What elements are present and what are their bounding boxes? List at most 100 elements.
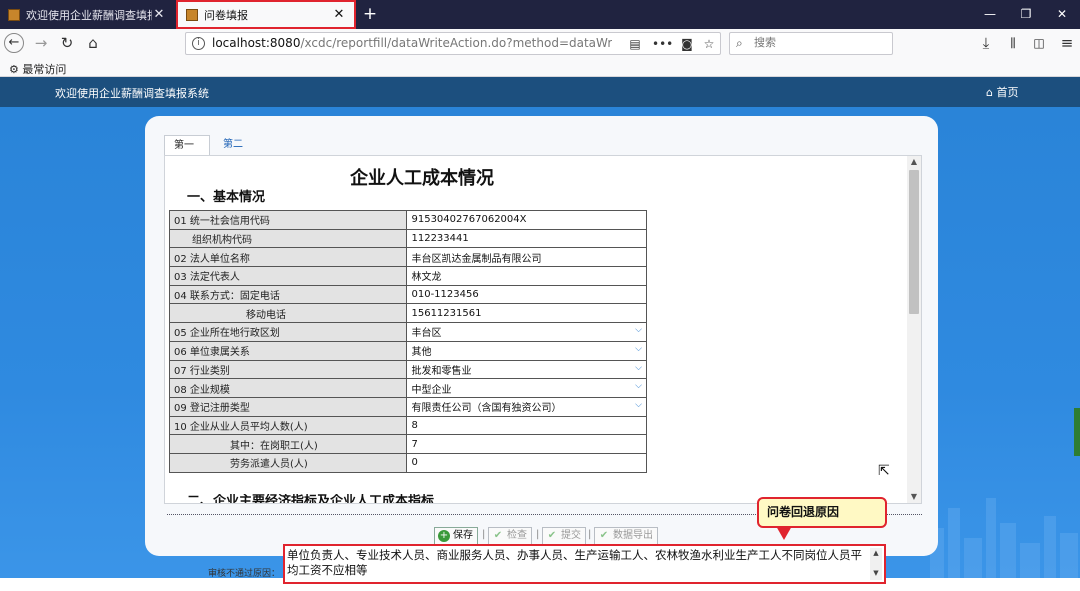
field-label: 10 企业从业人员平均人数(人): [168, 415, 408, 436]
table-row: 移动电话 15611231561: [168, 303, 647, 324]
rejection-reason-box: 单位负责人、专业技术人员、商业服务人员、办事人员、生产运输工人、农林牧渔水利业生…: [283, 544, 886, 584]
field-label: 01 统一社会信用代码: [168, 210, 408, 230]
chevron-down-icon[interactable]: ▼: [873, 569, 878, 577]
more-actions-icon[interactable]: •••: [652, 35, 673, 53]
rejection-reason-text[interactable]: 单位负责人、专业技术人员、商业服务人员、办事人员、生产运输工人、农林牧渔水利业生…: [287, 548, 865, 580]
table-row: 劳务派遣人员(人) 0: [168, 452, 647, 473]
selected-value: 有限责任公司（含国有独资公司）: [411, 403, 562, 415]
submit-label: 提交: [561, 530, 581, 541]
side-widget-handle[interactable]: [1074, 408, 1080, 456]
rejection-reason-label: 审核不通过原因：: [208, 569, 281, 579]
scroll-down-icon[interactable]: ▼: [907, 491, 921, 503]
restore-icon[interactable]: ❐: [1008, 0, 1044, 29]
selected-value: 其他: [411, 347, 432, 359]
city-skyline-illustration: [930, 498, 1078, 578]
field-label: 03 法定代表人: [168, 266, 408, 286]
separator: |: [588, 529, 592, 540]
field-label: 其中：在岗职工(人): [168, 434, 408, 454]
url-host: localhost:8080: [212, 36, 301, 50]
info-icon[interactable]: i: [192, 37, 205, 50]
home-link[interactable]: ⌂ 首页: [986, 84, 1018, 100]
onsite-staff-input[interactable]: 7: [406, 434, 647, 454]
mobile-input[interactable]: 15611231561: [406, 303, 647, 324]
close-icon[interactable]: ✕: [332, 7, 346, 22]
check-label: 检查: [507, 530, 527, 541]
export-button[interactable]: ✔ 数据导出: [594, 527, 658, 545]
search-input[interactable]: [754, 36, 884, 49]
tab-title: 问卷填报: [204, 8, 248, 22]
tab-title: 欢迎使用企业薪酬调查填报系统: [26, 8, 152, 22]
table-row: 06 单位隶属关系 其他 ⌵: [168, 340, 647, 361]
search-box[interactable]: ⌕: [729, 32, 893, 55]
reload-icon[interactable]: ↻: [57, 33, 77, 53]
field-label: 劳务派遣人员(人): [168, 452, 408, 473]
table-row: 其中：在岗职工(人) 7: [168, 434, 647, 454]
sidebar-icon[interactable]: ◫: [1029, 33, 1049, 53]
affiliation-select[interactable]: 其他 ⌵: [406, 340, 647, 361]
form-scrollbar[interactable]: ▲ ▼: [907, 156, 921, 503]
selected-value: 丰台区: [411, 328, 442, 340]
check-button[interactable]: ✔ 检查: [488, 527, 532, 545]
chevron-down-icon[interactable]: ⌵: [635, 363, 642, 373]
browser-tab-welcome[interactable]: 欢迎使用企业薪酬调查填报系统 ✕: [0, 0, 174, 29]
scale-select[interactable]: 中型企业 ⌵: [406, 378, 647, 398]
minimize-icon[interactable]: —: [972, 0, 1008, 29]
org-code-input[interactable]: 112233441: [406, 228, 647, 249]
tab-page-1[interactable]: 第一页: [164, 135, 210, 170]
menu-icon[interactable]: ≡: [1057, 33, 1077, 53]
save-button[interactable]: + 保存: [434, 527, 478, 545]
chevron-down-icon[interactable]: ⌵: [635, 344, 642, 354]
bookmark-most-visited[interactable]: ⚙ 最常访问: [9, 61, 66, 77]
tab-page-2[interactable]: 第二页: [214, 135, 260, 169]
legal-rep-input[interactable]: 林文龙: [406, 266, 647, 286]
bookmark-star-icon[interactable]: ☆: [700, 35, 718, 53]
reader-view-icon[interactable]: ▤: [626, 35, 644, 53]
industry-select[interactable]: 批发和零售业 ⌵: [406, 359, 647, 380]
avg-employees-input[interactable]: 8: [406, 415, 647, 436]
address-bar[interactable]: i localhost:8080/xcdc/reportfill/dataWri…: [185, 32, 721, 55]
app-title: 欢迎使用企业薪酬调查填报系统: [55, 87, 209, 100]
url-text: localhost:8080/xcdc/reportfill/dataWrite…: [212, 36, 612, 50]
chevron-down-icon[interactable]: ⌵: [635, 381, 642, 391]
back-arrow-icon[interactable]: ←: [4, 33, 24, 53]
company-name-input[interactable]: 丰台区凯达金属制品有限公司: [406, 247, 647, 268]
close-icon[interactable]: ✕: [152, 7, 166, 22]
field-label: 组织机构代码: [168, 228, 408, 249]
library-icon[interactable]: ⫼: [1003, 33, 1023, 53]
selected-value: 批发和零售业: [411, 365, 472, 377]
table-row: 05 企业所在地行政区划 丰台区 ⌵: [168, 322, 647, 342]
form-title: 企业人工成本情况: [350, 168, 494, 189]
chevron-up-icon[interactable]: ▲: [873, 549, 878, 557]
scroll-up-icon[interactable]: ▲: [907, 156, 921, 168]
page-favicon-icon: [8, 8, 20, 21]
app-header: 欢迎使用企业薪酬调查填报系统 ⌂ 首页: [0, 77, 1080, 107]
landline-input[interactable]: 010-1123456: [406, 284, 647, 305]
textarea-scrollbar[interactable]: ▲ ▼: [870, 548, 882, 580]
scroll-thumb[interactable]: [909, 170, 919, 314]
chevron-down-icon[interactable]: ⌵: [635, 400, 642, 410]
pocket-icon[interactable]: ◙: [678, 35, 696, 53]
checkmark-icon: ✔: [599, 530, 609, 541]
browser-tab-questionnaire[interactable]: 问卷填报 ✕: [176, 0, 356, 29]
region-select[interactable]: 丰台区 ⌵: [406, 322, 647, 342]
chevron-down-icon[interactable]: ⌵: [635, 325, 642, 335]
forward-arrow-icon[interactable]: →: [31, 33, 51, 53]
new-tab-plus-icon[interactable]: +: [360, 2, 380, 26]
field-label: 06 单位隶属关系: [168, 340, 408, 361]
gear-icon: ⚙: [9, 63, 19, 76]
download-icon[interactable]: ⤓: [976, 33, 996, 53]
rejection-reason-callout: 问卷回退原因: [757, 497, 887, 528]
window-close-icon[interactable]: ✕: [1044, 0, 1080, 29]
registration-type-select[interactable]: 有限责任公司（含国有独资公司） ⌵: [406, 396, 647, 417]
credit-code-input[interactable]: 91530402767062004X: [406, 210, 647, 230]
separator: |: [536, 529, 540, 540]
bookmark-label: 最常访问: [22, 63, 67, 76]
browser-tab-bar: 欢迎使用企业薪酬调查填报系统 ✕ 问卷填报 ✕ + — ❐ ✕: [0, 0, 1080, 29]
dispatched-staff-input[interactable]: 0: [406, 452, 647, 473]
field-label: 05 企业所在地行政区划: [168, 322, 408, 342]
submit-button[interactable]: ✔ 提交: [542, 527, 586, 545]
plus-circle-icon: +: [438, 530, 450, 542]
field-label: 08 企业规模: [168, 378, 408, 398]
home-icon[interactable]: ⌂: [83, 33, 103, 53]
section-basic-info-heading: 一、基本情况: [187, 190, 266, 205]
